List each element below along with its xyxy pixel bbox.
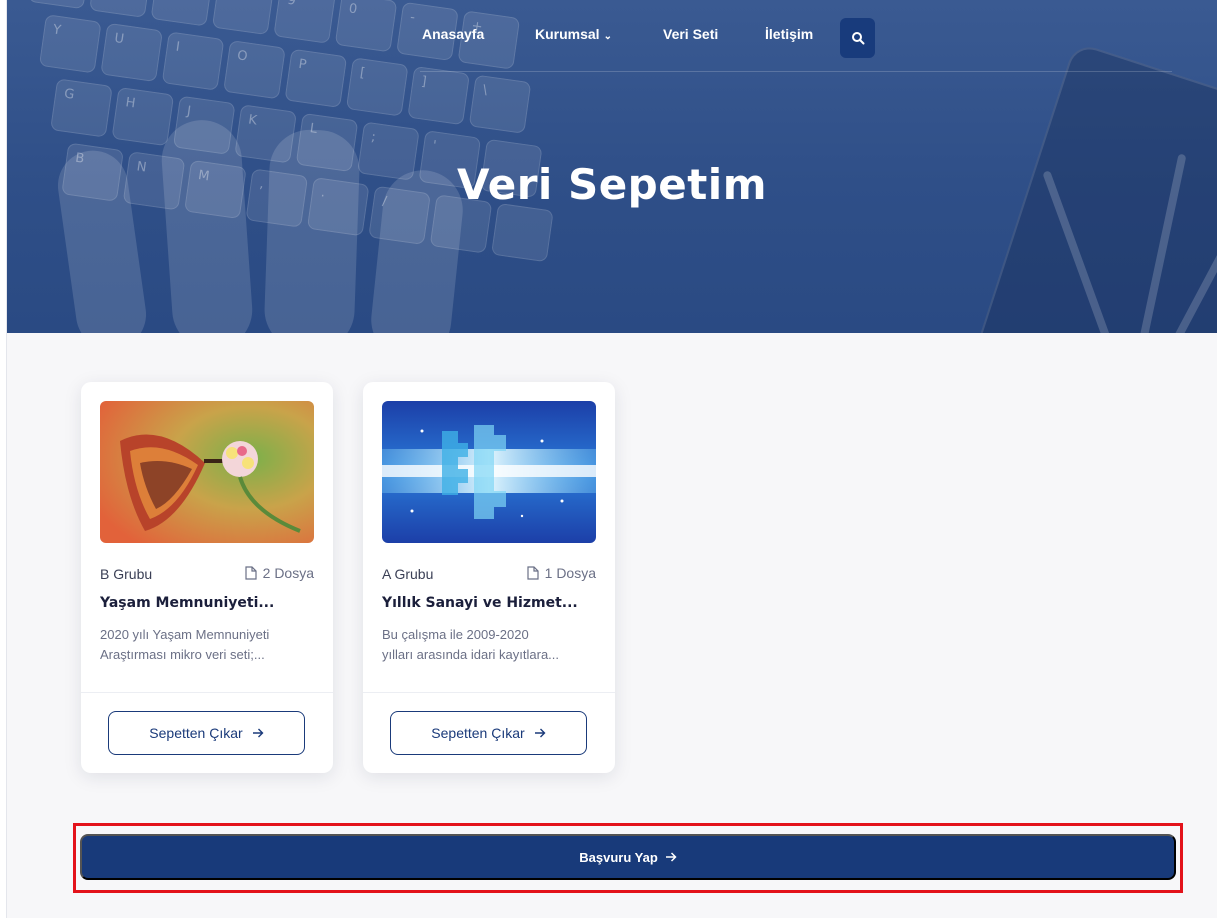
apply-button-label: Başvuru Yap — [579, 849, 658, 865]
butterfly-image — [100, 401, 314, 543]
search-button[interactable] — [840, 18, 875, 58]
nav-item-veri-seti[interactable]: Veri Seti — [663, 26, 718, 42]
card-group-label: A Grubu — [382, 566, 434, 582]
arrow-right-icon — [252, 728, 264, 738]
card-file-count-label: 1 Dosya — [544, 565, 596, 581]
apply-button[interactable]: Başvuru Yap — [80, 834, 1176, 880]
card-file-count-label: 2 Dosya — [262, 565, 314, 581]
nav-item-kurumsal[interactable]: Kurumsal ⌄ — [535, 26, 612, 42]
card-divider — [363, 692, 615, 693]
page-title: Veri Sepetim — [457, 160, 767, 209]
chevron-down-icon: ⌄ — [603, 31, 612, 42]
card-description: 2020 yılı Yaşam Memnuniyeti Araştırması … — [100, 625, 314, 665]
nav-item-iletisim[interactable]: İletişim — [765, 26, 813, 42]
card-description-line: 2020 yılı Yaşam Memnuniyeti — [100, 627, 270, 642]
search-icon — [851, 32, 864, 45]
dataset-card: B Grubu 2 Dosya Yaşam Memnuniyeti... 202… — [81, 382, 333, 773]
file-icon — [527, 566, 539, 580]
card-file-count: 2 Dosya — [245, 565, 314, 581]
remove-from-basket-button[interactable]: Sepetten Çıkar — [390, 711, 587, 755]
arrow-right-icon — [534, 728, 546, 738]
card-title[interactable]: Yaşam Memnuniyeti... — [100, 595, 314, 611]
card-file-count: 1 Dosya — [527, 565, 596, 581]
card-description: Bu çalışma ile 2009-2020 yılları arasınd… — [382, 625, 596, 665]
main-navigation: Anasayfa Kurumsal ⌄ Veri Seti İletişim — [7, 18, 1217, 58]
nav-item-kurumsal-label: Kurumsal — [535, 26, 600, 42]
hero-banner: T Y 7 8 9 0 - + Y U I O P [ ] \ G H J K … — [7, 0, 1217, 333]
dataset-card: A Grubu 1 Dosya Yıllık Sanayi ve Hizmet.… — [363, 382, 615, 773]
nav-item-anasayfa[interactable]: Anasayfa — [422, 26, 484, 42]
remove-from-basket-label: Sepetten Çıkar — [149, 725, 243, 741]
hand-shape-2 — [159, 117, 255, 333]
card-group-label: B Grubu — [100, 566, 153, 582]
card-divider — [81, 692, 333, 693]
technology-gear-image — [382, 401, 596, 543]
remove-from-basket-button[interactable]: Sepetten Çıkar — [108, 711, 305, 755]
nav-divider — [420, 71, 1172, 72]
remove-from-basket-label: Sepetten Çıkar — [431, 725, 525, 741]
card-title[interactable]: Yıllık Sanayi ve Hizmet... — [382, 595, 596, 611]
card-description-line: yılları arasında idari kayıtlara... — [382, 647, 560, 662]
file-icon — [245, 566, 257, 580]
arrow-right-icon — [665, 852, 677, 862]
card-description-line: Araştırması mikro veri seti;... — [100, 647, 265, 662]
card-description-line: Bu çalışma ile 2009-2020 — [382, 627, 529, 642]
